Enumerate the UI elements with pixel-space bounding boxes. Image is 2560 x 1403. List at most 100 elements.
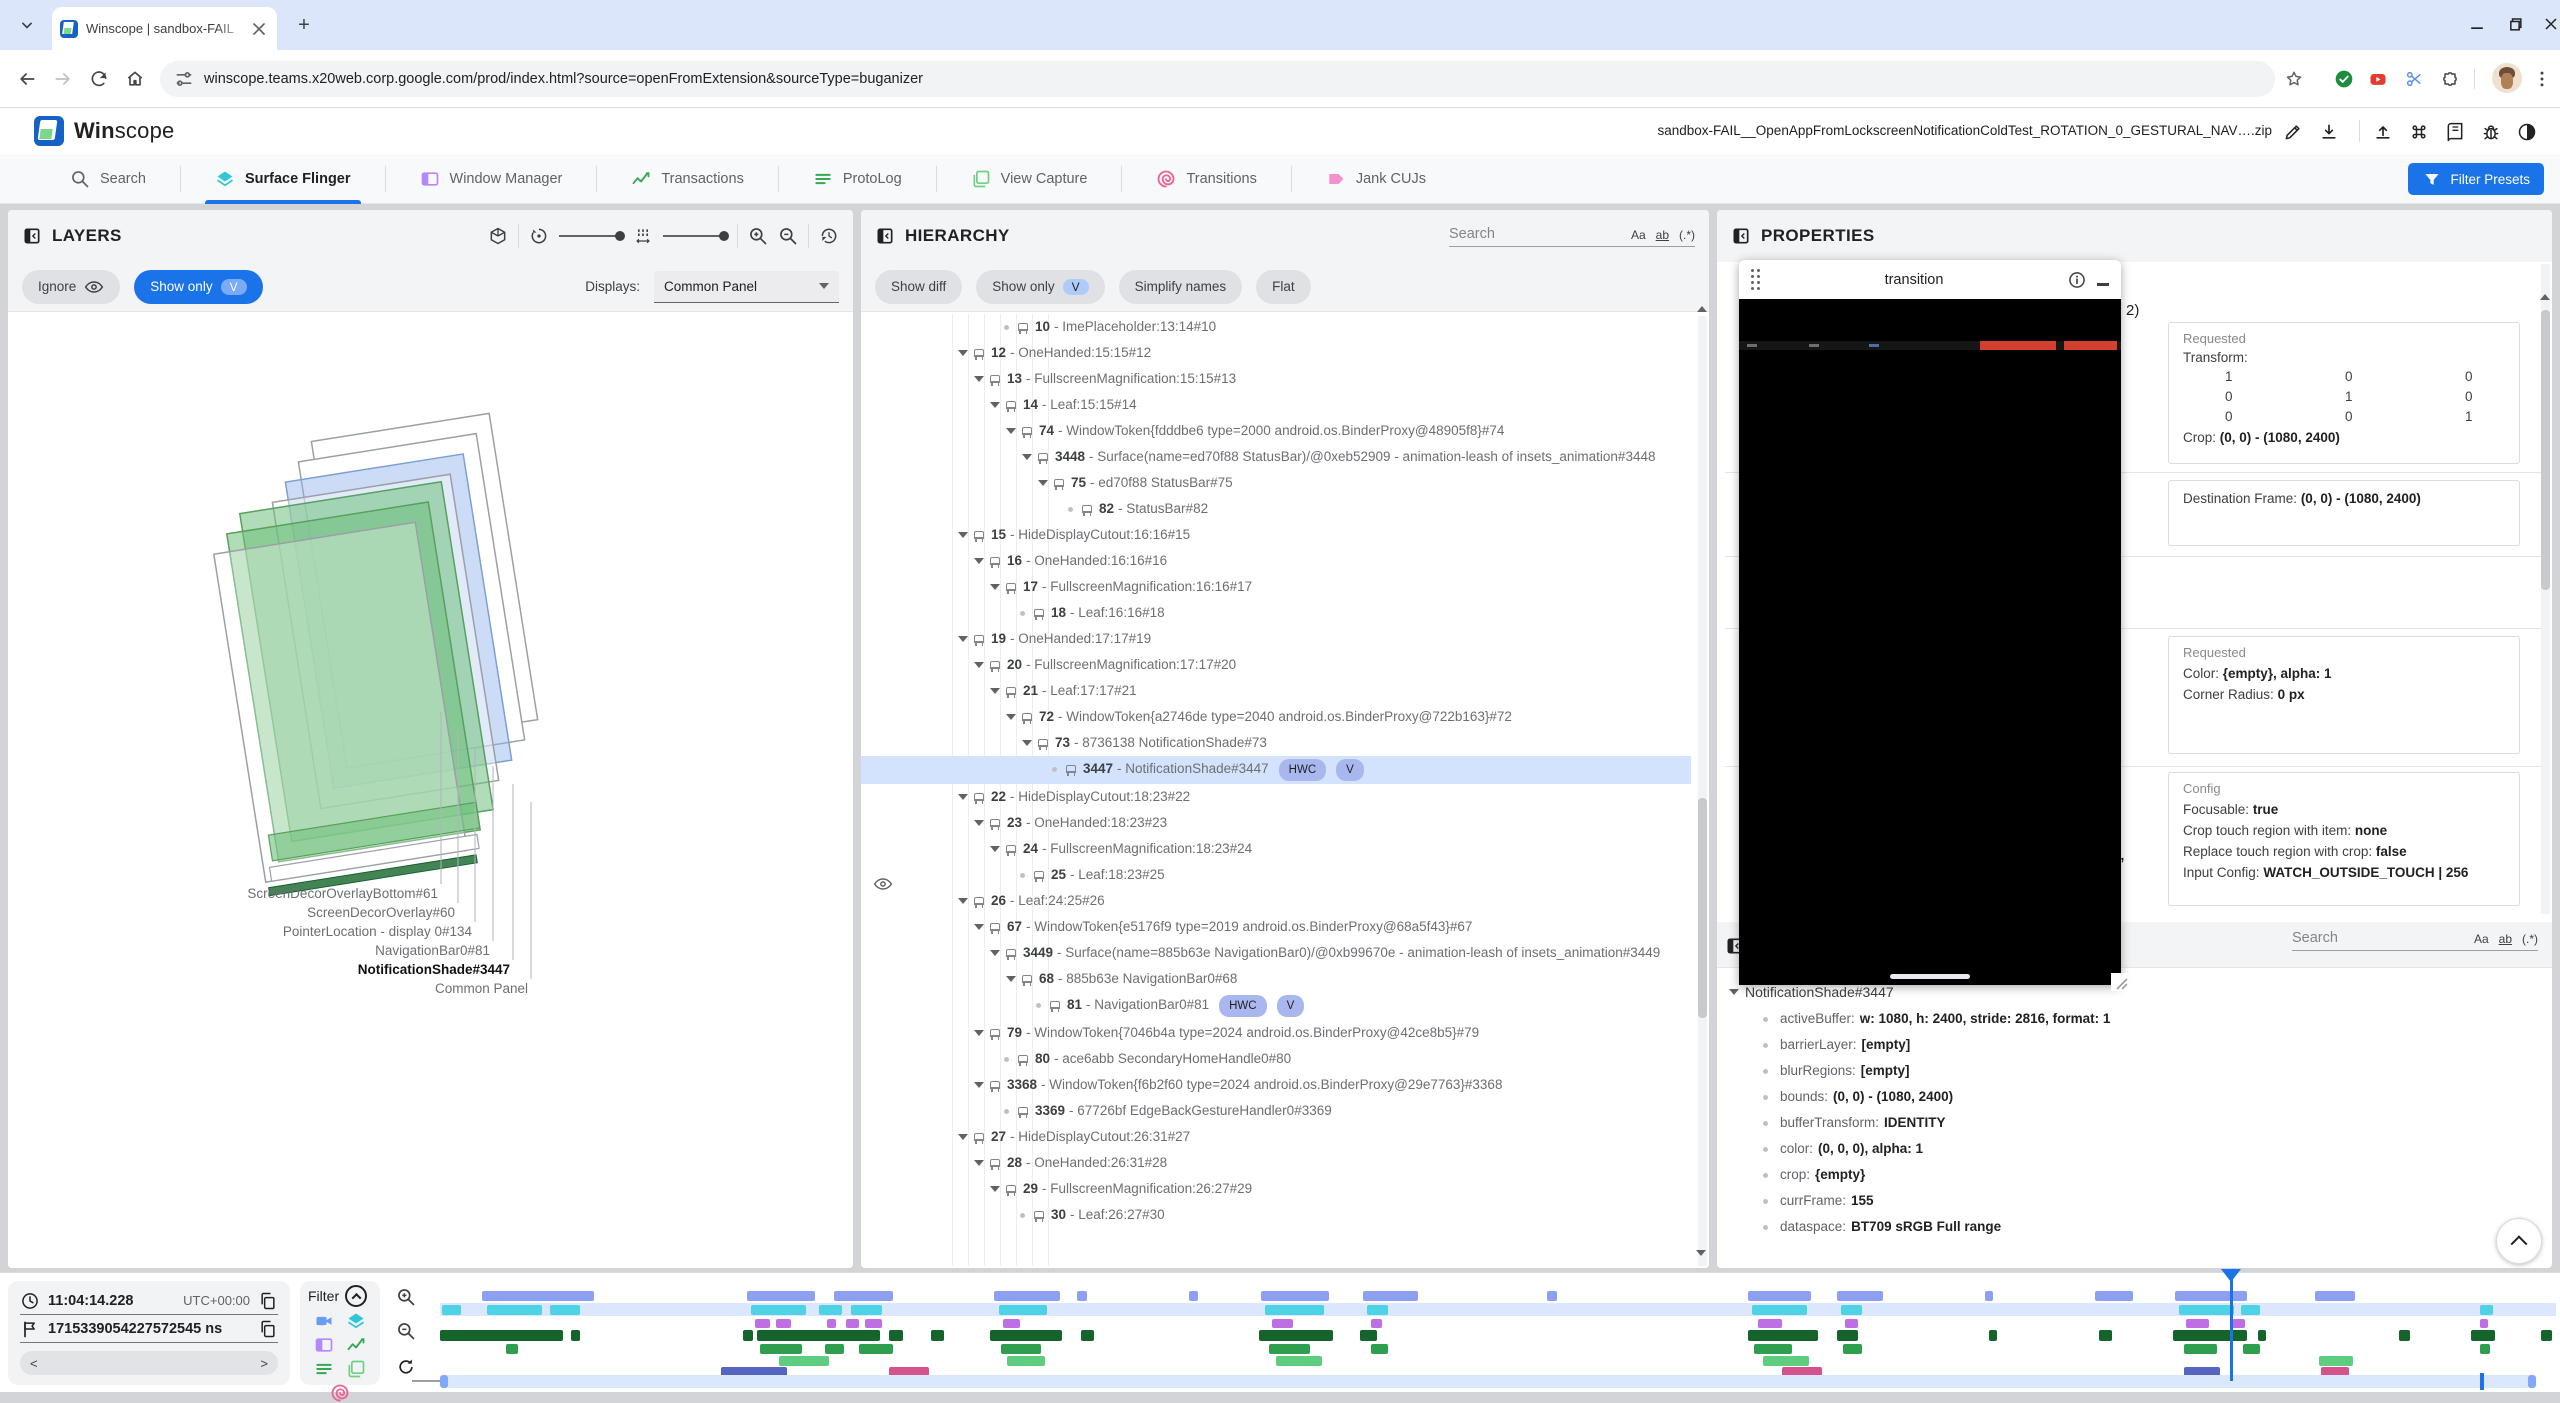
zoom-out-icon[interactable] [778,226,798,246]
pin-icon[interactable] [1022,427,1032,435]
expand-arrow-icon[interactable] [958,350,968,356]
pin-icon[interactable] [1006,1185,1016,1193]
expand-arrow-icon[interactable] [990,846,1000,852]
tab-protolog[interactable]: ProtoLog [779,154,936,204]
property-item[interactable]: currFrame:155 [1717,1188,2540,1214]
info-icon[interactable] [2067,270,2087,290]
match-word-icon[interactable]: ab [2499,932,2512,946]
pin-icon[interactable] [1034,871,1044,879]
regex-icon[interactable]: (.*) [1679,228,1695,242]
pin-icon[interactable] [974,897,984,905]
layers-filter-icon[interactable] [346,1311,366,1331]
window-restore-icon[interactable] [2500,10,2530,38]
expand-arrow-icon[interactable] [974,376,984,382]
browser-menu-icon[interactable] [2528,65,2556,93]
pin-icon[interactable] [1034,609,1044,617]
tab-list-chevron-icon[interactable] [14,12,40,38]
expand-arrow-icon[interactable] [990,950,1000,956]
bookmark-star-icon[interactable] [2280,65,2308,93]
squares-filter-icon[interactable] [346,1359,366,1379]
camera-filter-icon[interactable] [314,1311,334,1331]
chip-show-only[interactable]: Show onlyV [976,270,1104,304]
window-close-icon[interactable] [2536,10,2560,38]
rotation-slider[interactable] [559,235,623,237]
hierarchy-search[interactable]: Search Aa ab (.*) [1449,226,1695,247]
expand-arrow-icon[interactable] [1022,454,1032,460]
tab-transactions[interactable]: Transactions [597,154,777,204]
zoom-in-icon[interactable] [748,226,768,246]
tree-node-20[interactable]: 20- FullscreenMagnification:17:17#20 [861,652,1691,678]
pin-icon[interactable] [1022,975,1032,983]
expand-arrow-icon[interactable] [1022,740,1032,746]
dark-mode-icon[interactable] [2514,119,2540,145]
pin-icon[interactable] [1006,583,1016,591]
tree-node-12[interactable]: 12- OneHanded:15:15#12 [861,340,1691,366]
overlay-title-bar[interactable]: transition [1739,260,2121,299]
window-filter-icon[interactable] [314,1335,334,1355]
expand-arrow-icon[interactable] [958,1134,968,1140]
tree-node-27[interactable]: 27- HideDisplayCutout:26:31#27 [861,1124,1691,1150]
collapse-panel-icon[interactable] [22,226,42,246]
timeline-tracks[interactable] [440,1287,2556,1387]
tab-jank-cujs[interactable]: Jank CUJs [1292,154,1460,204]
tree-node-21[interactable]: 21- Leaf:17:17#21 [861,678,1691,704]
documentation-icon[interactable] [2442,119,2468,145]
tree-node-15[interactable]: 15- HideDisplayCutout:16:16#15 [861,522,1691,548]
tab-surface-flinger[interactable]: Surface Flinger [181,154,385,204]
match-word-icon[interactable]: ab [1656,228,1669,242]
expand-arrow-icon[interactable] [958,898,968,904]
expand-arrow-icon[interactable] [958,636,968,642]
tree-node-82[interactable]: 82- StatusBar#82 [861,496,1691,522]
regex-icon[interactable]: (.*) [2522,932,2538,946]
pin-icon[interactable] [1018,1055,1028,1063]
copy-icon[interactable] [258,1319,278,1339]
hierarchy-scroll-thumb[interactable] [1698,798,1707,1018]
tree-node-68[interactable]: 68- 885b63e NavigationBar0#68 [861,966,1691,992]
tree-node-22[interactable]: 22- HideDisplayCutout:18:23#22 [861,784,1691,810]
expand-arrow-icon[interactable] [974,924,984,930]
human-time-field[interactable]: 11:04:14.228 UTC+00:00 [20,1287,278,1315]
pin-icon[interactable] [974,349,984,357]
pin-icon[interactable] [1082,505,1092,513]
tree-node-18[interactable]: 18- Leaf:16:16#18 [861,600,1691,626]
tree-node-75[interactable]: 75- ed70f88 StatusBar#75 [861,470,1691,496]
pin-icon[interactable] [1034,1211,1044,1219]
scroll-down-icon[interactable] [1696,1250,1706,1256]
back-icon[interactable] [14,66,40,92]
pin-icon[interactable] [1006,687,1016,695]
pin-icon[interactable] [974,793,984,801]
tree-node-80[interactable]: 80- ace6abb SecondaryHomeHandle0#80 [861,1046,1691,1072]
expand-arrow-icon[interactable] [1006,428,1016,434]
tree-node-30[interactable]: 30- Leaf:26:27#30 [861,1202,1691,1228]
drag-handle-icon[interactable] [1751,269,1761,291]
expand-arrow-icon[interactable] [1038,480,1048,486]
scroll-up-icon[interactable] [1697,306,1707,312]
expand-arrow-icon[interactable] [974,820,984,826]
upload-icon[interactable] [2370,119,2396,145]
property-item[interactable]: barrierLayer:[empty] [1717,1032,2540,1058]
chip-simplify-names[interactable]: Simplify names [1119,270,1243,304]
property-item[interactable]: activeBuffer:w: 1080, h: 2400, stride: 2… [1717,1006,2540,1032]
visibility-eye-icon[interactable] [873,874,893,894]
expand-arrow-icon[interactable] [974,1082,984,1088]
3d-view-icon[interactable] [488,226,508,246]
expand-arrow-icon[interactable] [974,1160,984,1166]
tab-search[interactable]: Search [36,154,180,204]
profile-avatar[interactable] [2492,63,2522,93]
collapse-panel-icon[interactable] [1731,226,1751,246]
property-item[interactable]: bounds:(0, 0) - (1080, 2400) [1717,1084,2540,1110]
tree-node-73[interactable]: 73- 8736138 NotificationShade#73 [861,730,1691,756]
tree-node-17[interactable]: 17- FullscreenMagnification:16:16#17 [861,574,1691,600]
forward-icon[interactable] [50,66,76,92]
minimize-icon[interactable] [2097,283,2109,286]
tree-node-74[interactable]: 74- WindowToken{fdddbe6 type=2000 androi… [861,418,1691,444]
pin-icon[interactable] [974,1133,984,1141]
collapse-timeline-button[interactable] [2496,1218,2542,1264]
extension-scissors-icon[interactable] [2400,65,2428,93]
tab-view-capture[interactable]: View Capture [937,154,1122,204]
ignore-chip[interactable]: Ignore [22,270,120,304]
extensions-puzzle-icon[interactable] [2436,65,2464,93]
pin-icon[interactable] [990,1159,1000,1167]
site-info-icon[interactable] [174,69,194,89]
home-icon[interactable] [122,66,148,92]
